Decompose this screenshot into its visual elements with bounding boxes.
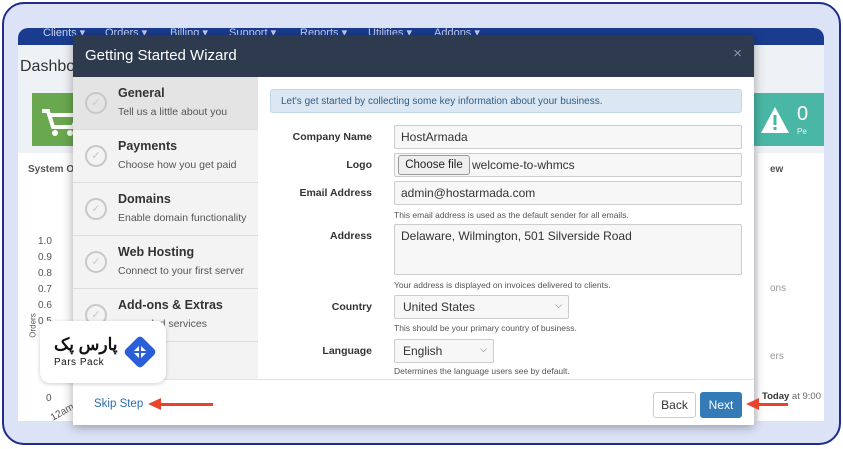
step-description: Tell us a little about you [118,106,228,118]
y-zero: 0 [46,393,52,404]
tile-sub: Pe [797,127,807,136]
email-help-text: This email address is used as the defaul… [394,210,629,220]
step-title: Domains [118,192,171,206]
right-fragment: ons [770,283,787,294]
skip-step-link[interactable]: Skip Step [94,398,143,410]
company-name-field[interactable]: HostArmada [394,125,742,149]
country-help-text: This should be your primary country of b… [394,323,577,333]
address-label: Address [329,230,372,242]
chevron-down-icon: ⌵ [480,344,487,354]
getting-started-wizard-modal: Getting Started Wizard × ✓ General Tell … [73,35,754,425]
address-textarea[interactable]: Delaware, Wilmington, 501 Silverside Roa… [394,224,742,275]
check-icon: ✓ [85,251,107,273]
language-value: English [403,344,443,358]
parspack-mark-icon [124,336,156,368]
country-select[interactable]: United States ⌵ [394,295,569,319]
chevron-down-icon: ⌵ [555,300,562,310]
step-title: Payments [118,139,178,153]
step-title: General [118,86,165,100]
step-description: Enable domain functionality [118,212,247,224]
right-panel-label: ew [770,164,784,175]
check-icon: ✓ [85,92,107,114]
close-icon[interactable]: × [733,45,742,62]
language-label: Language [322,345,372,357]
choose-file-button[interactable]: Choose file [398,155,470,175]
tile-value: 0 [797,103,809,125]
step-title: Web Hosting [118,245,195,259]
company-name-label: Company Name [292,131,372,143]
check-icon: ✓ [85,198,107,220]
country-label: Country [331,301,372,313]
intro-alert: Let's get started by collecting some key… [270,89,742,113]
system-overview-label: System O [28,164,75,175]
x-tick: 12am [48,401,77,421]
language-help-text: Determines the language users see by def… [394,366,570,376]
step-description: Connect to your first server [118,265,245,277]
email-address-label: Email Address [299,187,372,199]
step-domains[interactable]: ✓ Domains Enable domain functionality [73,183,258,236]
modal-title: Getting Started Wizard [85,47,237,64]
tickets-tile[interactable]: 0 Pe [753,93,824,146]
logo-text-persian: پارس پک [54,335,118,354]
today-time: at 9:00 [791,391,821,402]
y-tick: 0.8 [38,268,52,279]
today-label: Today at 9:00 [762,391,821,402]
next-button[interactable]: Next [700,392,742,418]
file-name: welcome-to-whmcs [472,158,575,172]
email-field[interactable]: admin@hostarmada.com [394,181,742,205]
step-payments[interactable]: ✓ Payments Choose how you get paid [73,130,258,183]
check-icon: ✓ [85,145,107,167]
today-text: Today [762,391,790,402]
modal-header: Getting Started Wizard × [73,35,754,77]
modal-footer: Skip Step Back Next [73,379,754,425]
step-description: Choose how you get paid [118,159,237,171]
country-value: United States [403,300,476,314]
y-axis-title: Orders [28,313,38,338]
y-tick: 1.0 [38,236,52,247]
warning-icon [761,107,789,133]
back-button[interactable]: Back [653,392,696,418]
step-general[interactable]: ✓ General Tell us a little about you [73,77,258,130]
wizard-form: Let's get started by collecting some key… [258,77,754,379]
step-web-hosting[interactable]: ✓ Web Hosting Connect to your first serv… [73,236,258,289]
right-overview-panel: ew ons ers [758,153,824,421]
language-select[interactable]: English ⌵ [394,339,494,363]
y-tick: 0.9 [38,252,52,263]
step-title: Add-ons & Extras [118,298,223,312]
y-tick: 0.6 [38,300,52,311]
address-help-text: Your address is displayed on invoices de… [394,280,611,290]
y-tick: 0.7 [38,284,52,295]
right-fragment: ers [770,351,784,362]
parspack-logo: پارس پک Pars Pack [40,321,166,383]
logo-label: Logo [346,159,372,171]
logo-text-english: Pars Pack [54,357,105,368]
